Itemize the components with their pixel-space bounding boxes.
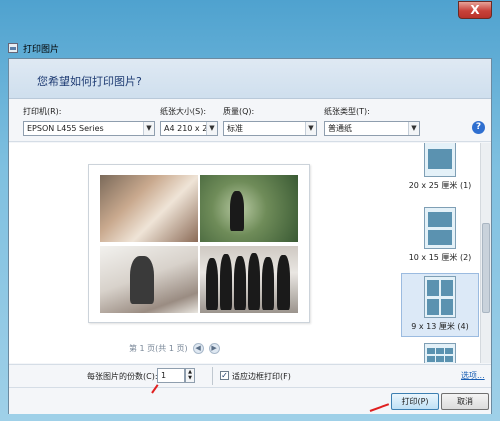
- print-preview: 第 1 页(共 1 页) ◀ ▶: [9, 143, 397, 363]
- layout-thumbnail: [424, 276, 456, 318]
- layout-cell: [436, 348, 444, 354]
- layout-item-selected[interactable]: 9 x 13 厘米 (4): [401, 273, 479, 337]
- help-icon[interactable]: ?: [472, 121, 485, 134]
- layout-cell: [445, 356, 453, 362]
- paper-type-value: 普通纸: [328, 124, 352, 133]
- photo-thumbnail: [200, 175, 298, 242]
- layout-cell: [428, 230, 452, 245]
- layout-cell: [441, 299, 453, 315]
- person-figure: [220, 254, 232, 310]
- copies-label: 每张图片的份数(C):: [87, 372, 158, 381]
- close-button[interactable]: X: [458, 1, 492, 19]
- printer-value: EPSON L455 Series: [27, 124, 104, 133]
- button-bar: 打印(P) 取消: [9, 387, 491, 414]
- layout-scrollbar[interactable]: [480, 143, 491, 363]
- layout-cell: [427, 356, 435, 362]
- header-band: 您希望如何打印图片?: [9, 59, 491, 99]
- quality-label: 质量(Q):: [223, 107, 255, 116]
- window-title-text: 打印图片: [23, 44, 60, 55]
- page-navigator: 第 1 页(共 1 页) ◀ ▶: [129, 343, 220, 354]
- preview-page: [88, 164, 310, 323]
- photo-thumbnail: [100, 246, 198, 313]
- window-title: 打印图片: [8, 41, 59, 55]
- layout-cell: [436, 356, 444, 362]
- printer-label: 打印机(R):: [23, 107, 62, 116]
- chevron-down-icon: ▼: [143, 122, 154, 135]
- chevron-down-icon: ▼: [408, 122, 419, 135]
- chevron-down-icon: ▼: [305, 122, 316, 135]
- fit-frame-label: 适应边框打印(F): [232, 372, 291, 381]
- person-figure: [262, 257, 274, 310]
- quality-select[interactable]: 标准 ▼: [223, 121, 317, 136]
- person-figure: [234, 256, 246, 310]
- options-link[interactable]: 选项...: [461, 370, 485, 381]
- print-settings-bar: 打印机(R): EPSON L455 Series ▼ 纸张大小(S): A4 …: [9, 100, 491, 142]
- person-figure: [206, 258, 218, 310]
- page-title: 您希望如何打印图片?: [37, 75, 142, 88]
- layout-cell: [428, 149, 452, 169]
- scrollbar-thumb[interactable]: [482, 223, 490, 313]
- layout-cell: [427, 299, 439, 315]
- printer-app-icon: [8, 43, 18, 53]
- printer-select[interactable]: EPSON L455 Series ▼: [23, 121, 155, 136]
- layout-item[interactable]: 10 x 15 厘米 (2): [401, 207, 479, 267]
- layout-thumbnail: [424, 143, 456, 177]
- photo-thumbnail: [200, 246, 298, 313]
- layout-cell: [428, 212, 452, 227]
- person-figure: [277, 255, 290, 310]
- person-figure: [230, 191, 244, 231]
- paper-size-label: 纸张大小(S):: [160, 107, 207, 116]
- paper-type-label: 纸张类型(T):: [324, 107, 370, 116]
- person-figure: [248, 253, 260, 310]
- previous-page-button[interactable]: ◀: [192, 343, 204, 354]
- layout-list: 20 x 25 厘米 (1) 10 x 15 厘米 (2) 9 x 13 厘米 …: [397, 143, 491, 363]
- layout-label: 9 x 13 厘米 (4): [411, 322, 469, 331]
- main-area: 第 1 页(共 1 页) ◀ ▶ 20 x 25 厘米 (1) 10 x 15 …: [9, 143, 491, 363]
- dialog-client: 您希望如何打印图片? 打印机(R): EPSON L455 Series ▼ 纸…: [8, 58, 492, 414]
- copies-spinner[interactable]: ▲ ▼: [185, 368, 195, 383]
- chevron-down-icon: ▼: [206, 122, 217, 135]
- layout-item[interactable]: 20 x 25 厘米 (1): [401, 143, 479, 195]
- fit-frame-checkbox[interactable]: ✓: [220, 371, 229, 380]
- page-indicator: 第 1 页(共 1 页): [129, 344, 188, 353]
- divider: [212, 367, 213, 385]
- copies-bar: 每张图片的份数(C): 1 ▲ ▼ ✓ 适应边框打印(F) 选项...: [9, 364, 491, 386]
- print-button[interactable]: 打印(P): [391, 393, 439, 410]
- layout-label: 20 x 25 厘米 (1): [408, 181, 472, 190]
- paper-type-select[interactable]: 普通纸 ▼: [324, 121, 420, 136]
- layout-label: 10 x 15 厘米 (2): [408, 253, 472, 262]
- title-bar: X 打印图片: [0, 0, 500, 58]
- layout-cell: [427, 280, 439, 296]
- copies-input[interactable]: 1: [157, 368, 185, 383]
- layout-thumbnail: [424, 207, 456, 249]
- window-frame: X 打印图片 您希望如何打印图片? 打印机(R): EPSON L455 Ser…: [0, 0, 500, 421]
- layout-cell: [445, 348, 453, 354]
- layout-thumbnail: [424, 343, 456, 363]
- quality-value: 标准: [227, 124, 243, 133]
- cancel-button[interactable]: 取消: [441, 393, 489, 410]
- photo-thumbnail: [100, 175, 198, 242]
- layout-item[interactable]: [401, 343, 479, 363]
- person-figure: [130, 256, 154, 304]
- layout-cell: [427, 348, 435, 354]
- next-page-button[interactable]: ▶: [208, 343, 220, 354]
- paper-size-select[interactable]: A4 210 x 29 ▼: [160, 121, 218, 136]
- layout-cell: [441, 280, 453, 296]
